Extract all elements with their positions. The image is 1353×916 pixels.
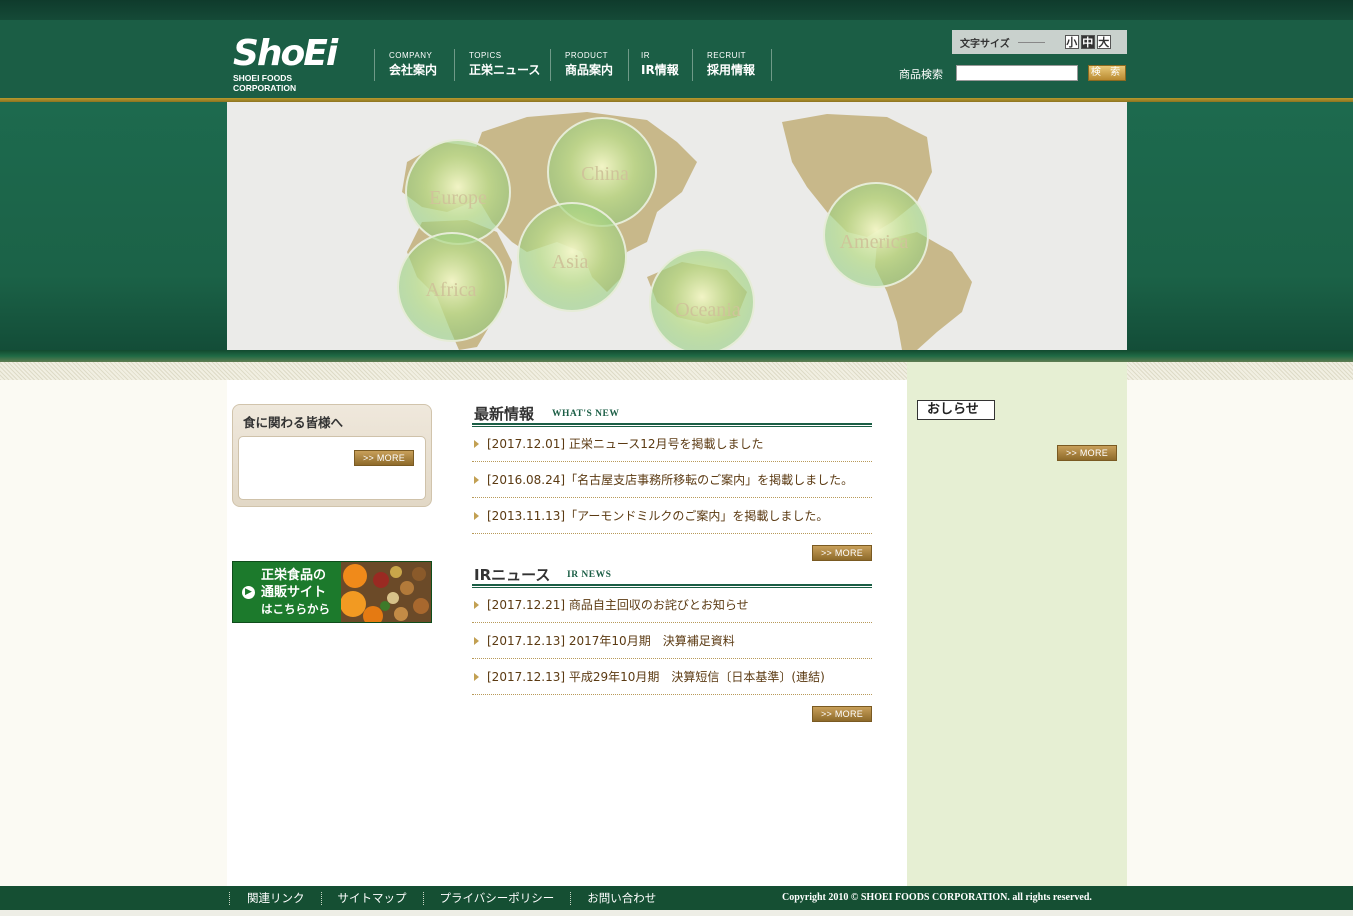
font-size-switcher: 文字サイズ 小 中 大 [952, 30, 1127, 54]
whats-new-list: [2017.12.01] 正栄ニュース12月号を掲載しました [2016.08.… [472, 426, 872, 534]
product-search-label: 商品検索 [899, 68, 943, 81]
news-item[interactable]: [2013.11.13]「アーモンドミルクのご案内」を掲載しました。 [472, 498, 872, 534]
font-size-rule [1017, 41, 1045, 43]
hero-under-band [0, 350, 1353, 362]
world-map-graphic: Europe China America Asia Africa Oceania [397, 112, 972, 350]
footer-bottom-strip [0, 910, 1353, 916]
hatched-divider [0, 362, 1353, 380]
region-label-asia: Asia [552, 251, 589, 273]
footer-link-contact[interactable]: お問い合わせ [570, 891, 672, 905]
nav-ir-ja: IR情報 [641, 63, 679, 77]
footer-link-related[interactable]: 関連リンク [229, 891, 321, 905]
news-item[interactable]: [2017.12.13] 平成29年10月期 決算短信〔日本基準〕(連結) [472, 659, 872, 695]
online-shop-line2: 通販サイト [261, 585, 327, 600]
font-size-medium-button[interactable]: 中 [1080, 35, 1095, 49]
font-size-small-button[interactable]: 小 [1064, 35, 1079, 49]
nav-topics-en: TOPICS [469, 51, 502, 60]
nav-company[interactable]: COMPANY 会社案内 [374, 49, 454, 81]
region-label-america: America [840, 231, 909, 253]
hero-world-map: Europe China America Asia Africa Oceania [227, 102, 1127, 350]
bullet-triangle-icon [474, 636, 479, 645]
footer-link-sitemap[interactable]: サイトマップ [320, 891, 423, 905]
food-industry-title: 食に関わる皆様へ [243, 415, 344, 430]
top-bar [0, 0, 1353, 20]
region-label-africa: Africa [425, 279, 476, 301]
nav-product-ja: 商品案内 [565, 63, 614, 77]
online-shop-line3: はこちらから [261, 602, 330, 616]
ir-news-list: [2017.12.21] 商品自主回収のお詫びとお知らせ [2017.12.13… [472, 587, 872, 695]
news-item-text: [2017.12.13] 2017年10月期 決算補足資料 [487, 634, 735, 648]
footer-nav: 関連リンク サイトマップ プライバシーポリシー お問い合わせ [229, 886, 672, 910]
online-shop-line1: 正栄食品の [261, 568, 327, 583]
nav-product-en: PRODUCT [565, 51, 609, 60]
bullet-triangle-icon [474, 475, 479, 484]
online-shop-banner[interactable]: ▶ 正栄食品の 通販サイト はこちらから [232, 561, 432, 623]
logo-sub: SHOEI FOODS CORPORATION [233, 73, 297, 93]
copyright-text: Copyright 2010 © SHOEI FOODS CORPORATION… [782, 892, 1092, 903]
food-industry-more-button[interactable]: >> MORE [354, 450, 414, 466]
ir-news-more-button[interactable]: >> MORE [812, 706, 872, 722]
font-size-large-button[interactable]: 大 [1096, 35, 1111, 49]
site-footer [0, 886, 1353, 910]
news-item-text: [2017.12.21] 商品自主回収のお詫びとお知らせ [487, 598, 749, 612]
news-item[interactable]: [2017.12.21] 商品自主回収のお詫びとお知らせ [472, 587, 872, 623]
nuts-fruit-photo [341, 562, 431, 622]
news-item-text: [2013.11.13]「アーモンドミルクのご案内」を掲載しました。 [487, 509, 829, 523]
search-button[interactable]: 検 索 [1088, 65, 1126, 81]
whats-new-header: 最新情報 WHAT'S NEW [472, 403, 872, 427]
logo-mark: ShoEi [233, 33, 338, 74]
font-size-label: 文字サイズ [960, 38, 1010, 50]
nav-recruit-en: RECRUIT [707, 51, 747, 60]
whats-new-title-en: WHAT'S NEW [552, 409, 620, 419]
site-logo[interactable]: ShoEi SHOEI FOODS CORPORATION [233, 33, 353, 94]
news-item-text: [2016.08.24]「名古屋支店事務所移転のご案内」を掲載しました。 [487, 473, 854, 487]
region-label-oceania: Oceania [675, 299, 741, 321]
nav-product[interactable]: PRODUCT 商品案内 [550, 49, 628, 81]
food-industry-inner [238, 436, 426, 500]
arrow-right-icon: ▶ [242, 586, 255, 599]
notice-label: おしらせ [917, 400, 995, 420]
global-nav: COMPANY 会社案内 TOPICS 正栄ニュース PRODUCT 商品案内 … [374, 49, 772, 81]
ir-news-title-en: IR NEWS [567, 570, 612, 580]
nav-company-ja: 会社案内 [389, 63, 438, 77]
nav-company-en: COMPANY [389, 51, 433, 60]
ir-news-header: IRニュース IR NEWS [472, 564, 872, 588]
news-item[interactable]: [2017.12.13] 2017年10月期 決算補足資料 [472, 623, 872, 659]
product-search-input[interactable] [956, 65, 1078, 81]
news-item-text: [2017.12.13] 平成29年10月期 決算短信〔日本基準〕(連結) [487, 670, 825, 684]
notice-more-button[interactable]: >> MORE [1057, 445, 1117, 461]
region-label-china: China [581, 163, 629, 185]
ir-news-title: IRニュース [474, 566, 551, 584]
nav-recruit-ja: 採用情報 [707, 63, 756, 77]
right-column [907, 362, 1127, 886]
whats-new-title: 最新情報 [474, 405, 535, 423]
nav-topics-ja: 正栄ニュース [469, 63, 541, 77]
news-item[interactable]: [2017.12.01] 正栄ニュース12月号を掲載しました [472, 426, 872, 462]
bullet-triangle-icon [474, 511, 479, 520]
nav-ir[interactable]: IR IR情報 [628, 49, 692, 81]
nav-ir-en: IR [641, 51, 650, 60]
nav-recruit[interactable]: RECRUIT 採用情報 [692, 49, 772, 81]
nav-topics[interactable]: TOPICS 正栄ニュース [454, 49, 550, 81]
bullet-triangle-icon [474, 600, 479, 609]
online-shop-text: 正栄食品の 通販サイト はこちらから [261, 567, 341, 618]
bullet-triangle-icon [474, 439, 479, 448]
footer-link-privacy[interactable]: プライバシーポリシー [422, 891, 571, 905]
news-item[interactable]: [2016.08.24]「名古屋支店事務所移転のご案内」を掲載しました。 [472, 462, 872, 498]
region-label-europe: Europe [429, 187, 487, 209]
whats-new-more-button[interactable]: >> MORE [812, 545, 872, 561]
bullet-triangle-icon [474, 672, 479, 681]
news-item-text: [2017.12.01] 正栄ニュース12月号を掲載しました [487, 437, 764, 451]
